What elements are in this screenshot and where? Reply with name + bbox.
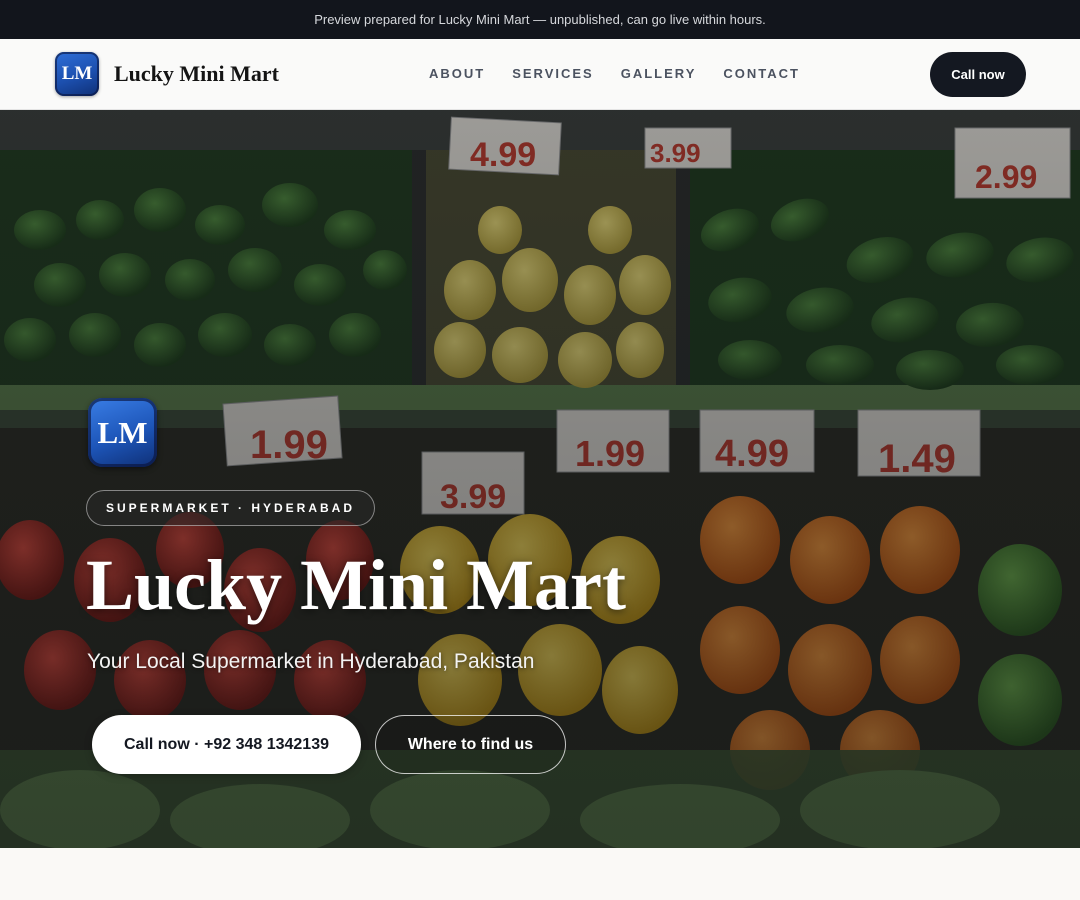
nav-about[interactable]: ABOUT (429, 66, 485, 81)
brand-logo: LM (55, 52, 99, 96)
nav-services[interactable]: SERVICES (512, 66, 594, 81)
category-badge: SUPERMARKET · HYDERABAD (86, 490, 376, 526)
main-nav: ABOUT SERVICES GALLERY CONTACT (429, 66, 800, 81)
header-call-button[interactable]: Call now (930, 52, 1026, 97)
preview-banner: Preview prepared for Lucky Mini Mart — u… (0, 0, 1080, 39)
hero-logo: LM (88, 398, 157, 467)
nav-gallery[interactable]: GALLERY (621, 66, 697, 81)
hero-subtitle: Your Local Supermarket in Hyderabad, Pak… (87, 650, 535, 673)
hero-call-button[interactable]: Call now · +92 348 1342139 (92, 715, 361, 774)
brand-name: Lucky Mini Mart (114, 61, 279, 86)
hero-title: Lucky Mini Mart (86, 545, 626, 625)
hero-section: 4.99 3.99 2.99 1.99 3.99 1.99 4.99 1.49 … (0, 110, 1080, 848)
nav-contact[interactable]: CONTACT (723, 66, 800, 81)
brand-logo-initials: LM (61, 63, 93, 84)
preview-banner-text: Preview prepared for Lucky Mini Mart — u… (314, 12, 766, 27)
brand-link[interactable]: LM Lucky Mini Mart (55, 52, 279, 96)
hero-logo-initials: LM (97, 414, 148, 450)
site-header: LM Lucky Mini Mart ABOUT SERVICES GALLER… (0, 39, 1080, 110)
find-us-button[interactable]: Where to find us (375, 715, 566, 774)
